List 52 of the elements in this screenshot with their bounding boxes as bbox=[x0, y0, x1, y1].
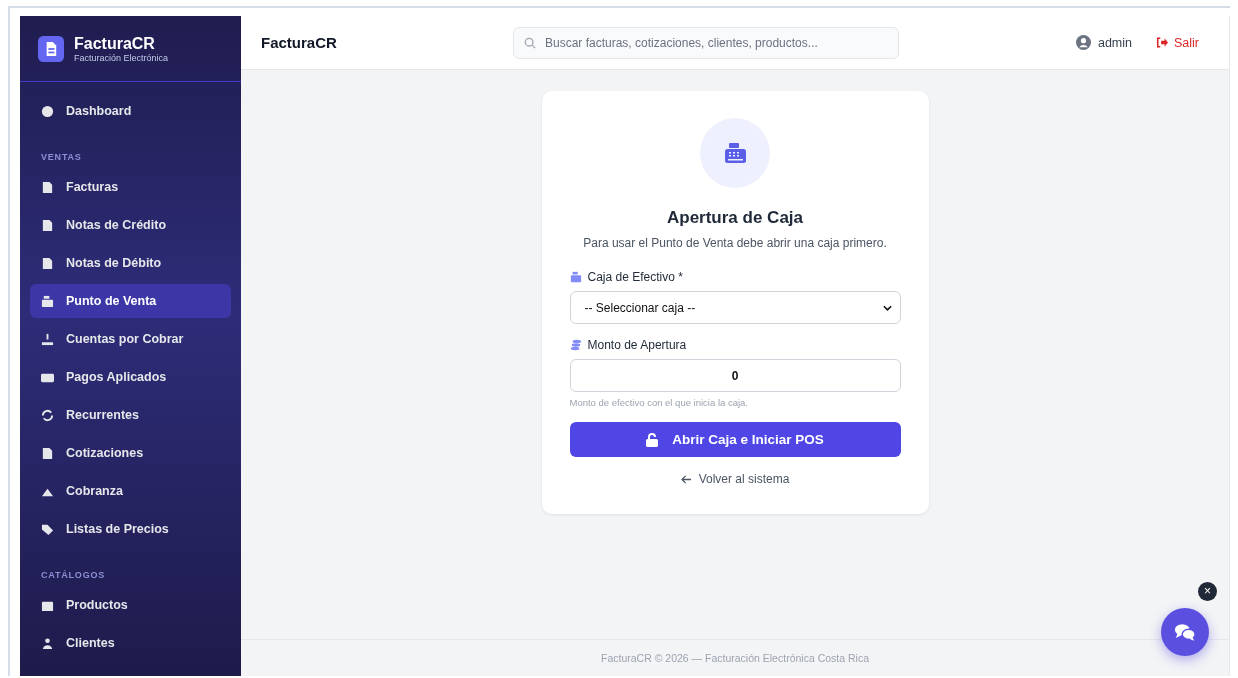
brand-tagline: Facturación Electrónica bbox=[74, 52, 169, 63]
sidebar-item[interactable]: Dashboard bbox=[30, 94, 231, 128]
chevron-icon bbox=[882, 304, 892, 311]
search-field[interactable]: Buscar facturas, cotizaciones, clientes, productos... bbox=[513, 26, 899, 59]
close-button[interactable]: × bbox=[1198, 582, 1217, 601]
user-icon bbox=[1075, 35, 1091, 50]
search-icon bbox=[524, 36, 536, 49]
sidebar-item[interactable]: Listas de Precios bbox=[30, 512, 231, 546]
sidebar-item[interactable]: Cotizaciones bbox=[30, 436, 231, 470]
field-label: Monto de Apertura bbox=[587, 338, 687, 352]
arrow-left-icon bbox=[680, 474, 692, 484]
cash-register-icon bbox=[41, 294, 54, 308]
brand-name: FacturaCR bbox=[74, 34, 156, 53]
sidebar-item[interactable]: Clientes bbox=[30, 626, 231, 660]
logo-icon bbox=[38, 35, 64, 62]
sidebar-item[interactable]: Punto de Venta bbox=[30, 284, 231, 318]
section-heading: CATÁLOGOS bbox=[40, 569, 107, 582]
sidebar-item[interactable]: Productos bbox=[30, 588, 231, 622]
cash-box-select[interactable]: -- Seleccionar caja -- bbox=[569, 291, 901, 324]
sidebar-item[interactable]: Pagos Aplicados bbox=[30, 360, 231, 394]
document-icon bbox=[41, 180, 54, 194]
sidebar-item[interactable]: Recurrentes bbox=[30, 398, 231, 432]
sidebar-item[interactable]: Cuentas por Cobrar bbox=[30, 322, 231, 356]
card-subtitle: Para usar el Punto de Venta debe abrir una caja primero. bbox=[583, 236, 887, 250]
open-register-button[interactable]: Abrir Caja e Iniciar POS bbox=[569, 422, 901, 457]
section-heading: VENTAS bbox=[40, 151, 83, 164]
sidebar-item[interactable]: Facturas bbox=[30, 170, 231, 204]
logout-icon bbox=[1156, 37, 1168, 48]
chat-icon bbox=[1174, 622, 1196, 642]
document-icon bbox=[41, 218, 54, 232]
amount-field[interactable]: 0 bbox=[569, 359, 901, 392]
coins-icon bbox=[569, 339, 582, 351]
field-help: Monto de efectivo con el que inicia la caja. bbox=[569, 397, 749, 408]
users-icon bbox=[41, 636, 54, 650]
sidebar-item[interactable]: Cobranza bbox=[30, 474, 231, 508]
back-link[interactable]: Volver al sistema bbox=[680, 472, 790, 486]
tag-icon bbox=[41, 522, 54, 536]
sidebar-item[interactable]: Notas de Débito bbox=[30, 246, 231, 280]
user-name: admin bbox=[1097, 35, 1132, 50]
document-icon bbox=[41, 446, 54, 460]
cash-register-icon bbox=[700, 118, 770, 188]
logout-link[interactable]: Salir bbox=[1156, 35, 1199, 50]
page-title: FacturaCR bbox=[261, 34, 338, 51]
refresh-icon bbox=[41, 408, 54, 422]
chat-button[interactable] bbox=[1161, 608, 1209, 656]
sidebar-item[interactable]: Notas de Crédito bbox=[30, 208, 231, 242]
card-title: Apertura de Caja bbox=[666, 208, 803, 228]
field-label: Caja de Efectivo * bbox=[587, 270, 683, 284]
footer-text: FacturaCR © 2026 — Facturación Electrónica Costa Rica bbox=[601, 652, 869, 664]
unlock-icon bbox=[646, 432, 659, 447]
cash-register-icon bbox=[569, 271, 582, 283]
document-icon bbox=[41, 256, 54, 270]
